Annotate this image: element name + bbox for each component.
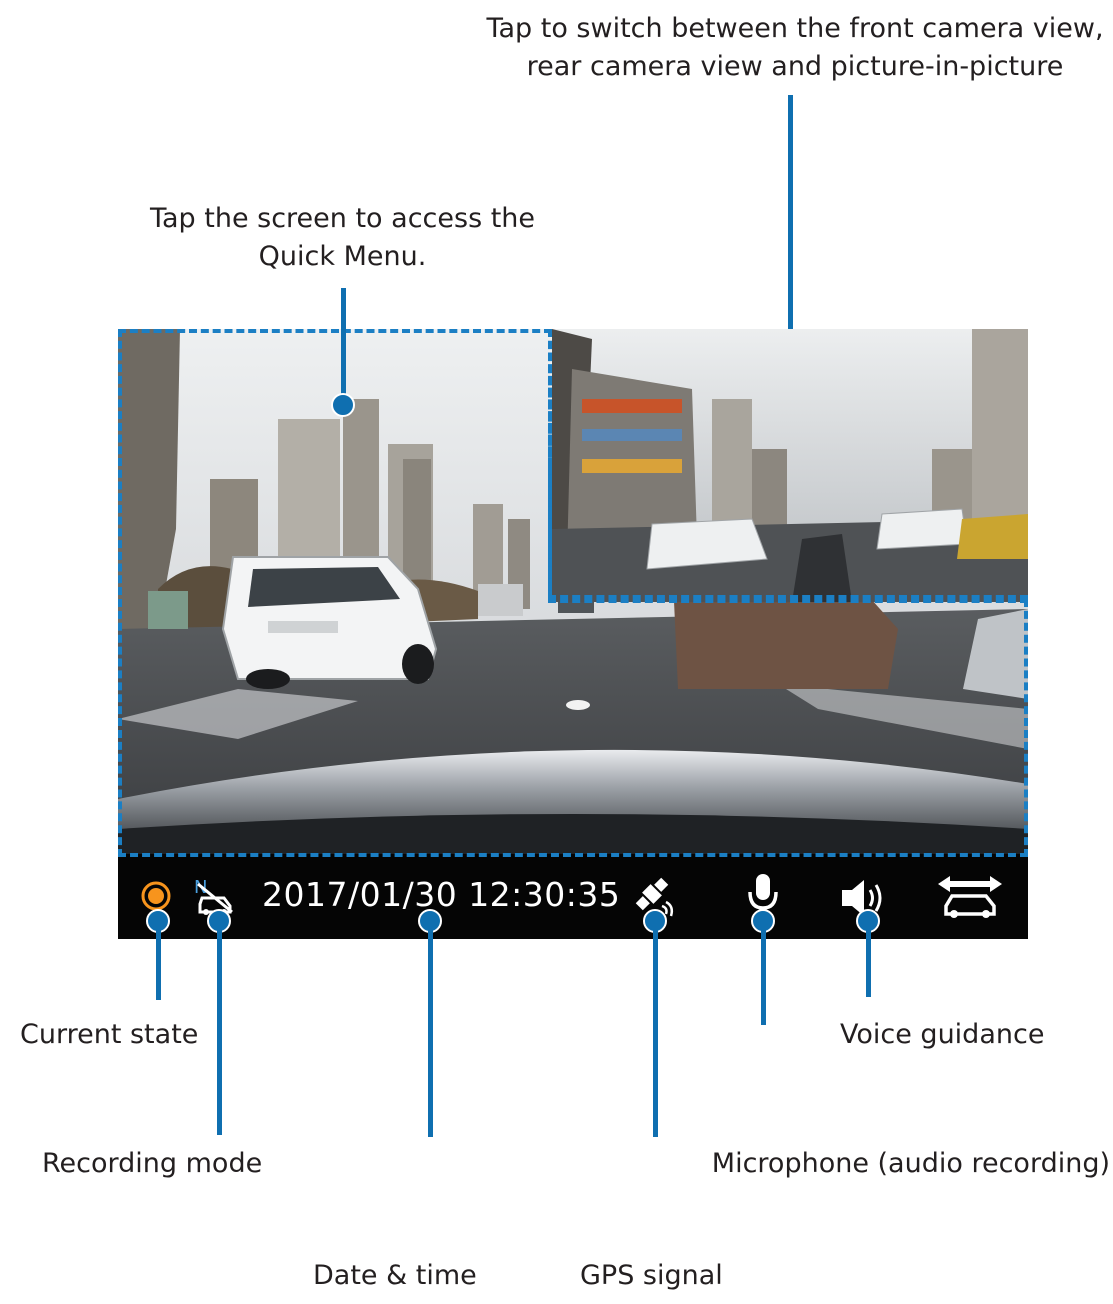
- quick-menu-region-bottom: [118, 599, 1028, 857]
- date-time-leader: [428, 925, 433, 1137]
- voice-guidance-label: Voice guidance: [840, 1019, 1045, 1050]
- current-state-label: Current state: [20, 1019, 199, 1050]
- record-state-icon: [141, 881, 171, 911]
- quick-menu-region-top: [118, 329, 552, 595]
- recording-mode-leader: [217, 925, 222, 1135]
- switch-view-leader: [788, 95, 793, 357]
- date-time-label: Date & time: [313, 1260, 477, 1291]
- current-state-leader: [156, 925, 161, 1000]
- microphone-label: Microphone (audio recording): [711, 1148, 1110, 1179]
- switch-view-callout: Tap to switch between the front camera v…: [480, 10, 1110, 86]
- microphone-leader: [761, 925, 766, 1025]
- switch-view-line-2: rear camera view and picture-in-picture: [526, 51, 1064, 82]
- recording-mode-label: Recording mode: [42, 1148, 263, 1179]
- status-bar: N 2017/01/30 12:30:35: [118, 854, 1028, 939]
- quick-menu-line-1: Tap the screen to access the: [149, 203, 536, 234]
- camera-switch-icon[interactable]: [936, 874, 1004, 920]
- quick-menu-callout: Tap the screen to access the Quick Menu.: [140, 200, 545, 276]
- voice-guidance-leader: [866, 925, 871, 997]
- switch-view-line-1: Tap to switch between the front camera v…: [486, 13, 1104, 44]
- date-time-display: 2017/01/30 12:30:35: [262, 875, 621, 914]
- pip-region: [548, 329, 1028, 603]
- gps-signal-leader: [653, 925, 658, 1137]
- gps-signal-label: GPS signal: [580, 1260, 723, 1291]
- quick-menu-line-2: Quick Menu.: [258, 241, 427, 272]
- quick-menu-leader: [341, 288, 346, 403]
- quick-menu-dot: [331, 393, 355, 417]
